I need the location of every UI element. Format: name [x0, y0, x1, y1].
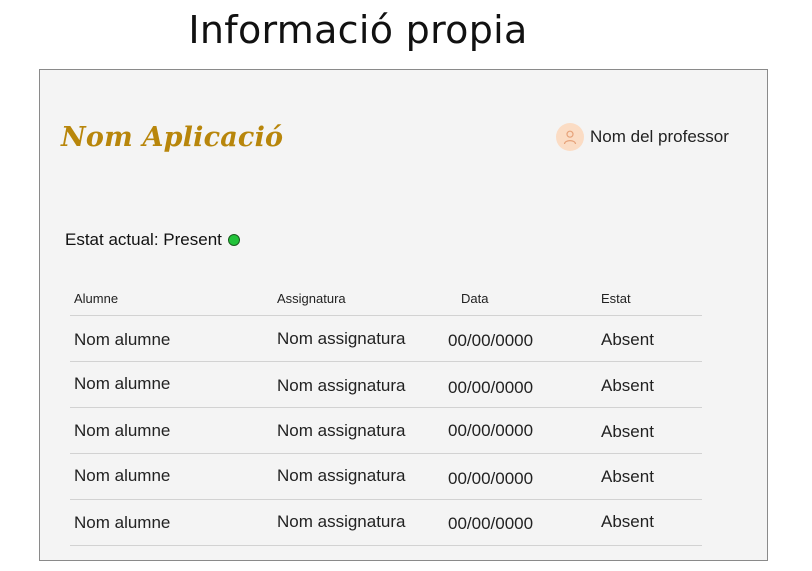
- table-row[interactable]: Nom alumne Nom assignatura 00/00/0000 Ab…: [70, 454, 702, 500]
- app-window: Nom Aplicació Nom del professor Estat ac…: [39, 69, 768, 561]
- cell-estat: Absent: [601, 467, 654, 486]
- cell-data: 00/00/0000: [448, 514, 534, 533]
- status-label: Estat actual:: [65, 230, 159, 249]
- user-icon: [556, 123, 584, 151]
- cell-alumne: Nom alumne: [74, 330, 171, 349]
- cell-data: 00/00/0000: [448, 469, 534, 488]
- page-title: Informació propia: [188, 8, 528, 52]
- cell-estat: Absent: [601, 512, 654, 531]
- column-header-alumne[interactable]: Alumne: [74, 291, 118, 306]
- column-header-estat[interactable]: Estat: [601, 291, 631, 306]
- cell-estat: Absent: [601, 376, 654, 395]
- cell-assignatura: Nom assignatura: [277, 421, 406, 440]
- table-row[interactable]: Nom alumne Nom assignatura 00/00/0000 Ab…: [70, 408, 702, 454]
- user-profile[interactable]: Nom del professor: [556, 123, 729, 151]
- table-header: Alumne Assignatura Data Estat: [70, 285, 702, 316]
- status-indicator-icon: [227, 234, 240, 246]
- cell-alumne: Nom alumne: [74, 374, 171, 393]
- cell-alumne: Nom alumne: [74, 513, 171, 532]
- cell-data: 00/00/0000: [448, 378, 534, 397]
- cell-estat: Absent: [601, 422, 654, 441]
- column-header-assignatura[interactable]: Assignatura: [277, 291, 346, 306]
- table-row[interactable]: Nom alumne Nom assignatura 00/00/0000 Ab…: [70, 500, 702, 546]
- cell-assignatura: Nom assignatura: [277, 466, 406, 485]
- app-logo-title[interactable]: Nom Aplicació: [61, 122, 283, 153]
- current-status: Estat actual: Present: [65, 230, 240, 250]
- cell-assignatura: Nom assignatura: [277, 376, 406, 395]
- cell-assignatura: Nom assignatura: [277, 329, 406, 348]
- table-row[interactable]: Nom alumne Nom assignatura 00/00/0000 Ab…: [70, 362, 702, 408]
- cell-estat: Absent: [601, 330, 654, 349]
- cell-alumne: Nom alumne: [74, 421, 171, 440]
- status-value: Present: [163, 230, 222, 249]
- column-header-data[interactable]: Data: [461, 291, 488, 306]
- table-row[interactable]: Nom alumne Nom assignatura 00/00/0000 Ab…: [70, 316, 702, 362]
- user-name: Nom del professor: [590, 127, 729, 146]
- cell-data: 00/00/0000: [448, 331, 534, 350]
- cell-assignatura: Nom assignatura: [277, 512, 406, 531]
- cell-data: 00/00/0000: [448, 421, 534, 440]
- cell-alumne: Nom alumne: [74, 466, 171, 485]
- attendance-table: Alumne Assignatura Data Estat Nom alumne…: [70, 285, 702, 546]
